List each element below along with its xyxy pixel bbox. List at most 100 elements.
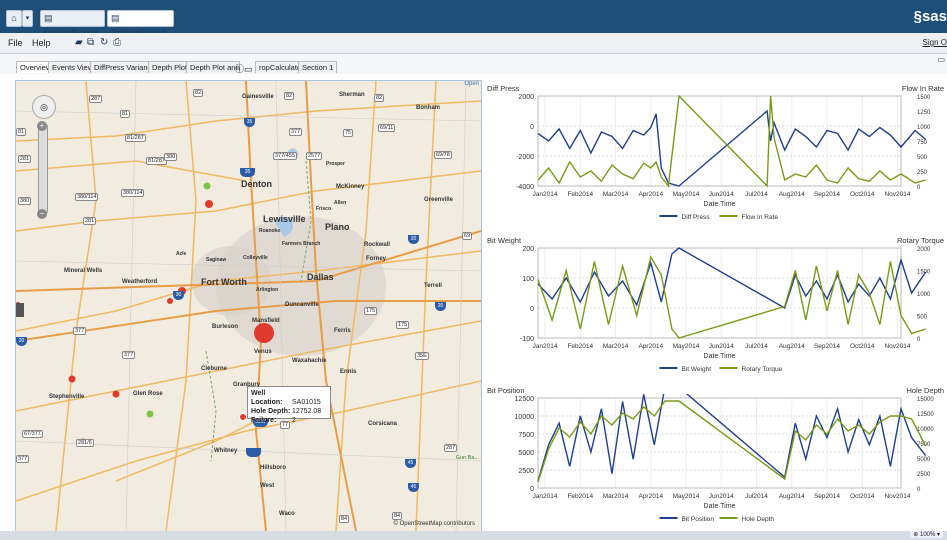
interstate-shield: 20 [16,337,27,346]
tab-rop-calculator[interactable]: ropCalculator [255,61,303,73]
y2-tick-label: 2500 [917,472,931,478]
zoom-in-icon[interactable]: + [37,121,47,131]
home-dropdown[interactable]: ▾ [22,10,33,27]
city-label: Allen [334,200,347,206]
highway-shield: 35E [415,352,429,360]
city-label: Cleburne [201,366,228,372]
export-icon[interactable]: ⧉ [87,37,94,48]
y-tick-label: 12500 [515,396,535,403]
city-label: Glen Rose [133,391,163,397]
x-tick-label: May2014 [673,191,700,198]
city-label: Colleyville [243,255,268,261]
y-tick-label: -2000 [516,154,534,161]
y-tick-label: 2500 [518,468,534,475]
x-tick-label: Jan2014 [533,191,558,198]
top-toolbar: ⌂ ▾ ▤ DrillingReport ▤ DrillingReport ✖ … [0,0,947,53]
highway-shield: 81/287 [125,134,146,142]
y2-tick-label: 12500 [917,412,934,418]
x-tick-label: Jan2014 [533,493,558,500]
highway-shield: 75 [343,129,354,137]
city-label: Terrell [424,283,442,289]
well-marker-large[interactable] [254,323,274,343]
tab-depth-plot[interactable]: Depth Plot [148,61,192,73]
chart-bit-weight[interactable]: -10001002000500100015002000Jan2014 Feb201… [486,244,947,379]
chart-bit-position[interactable]: 0250050007500100001250002500500075001000… [486,394,947,529]
well-marker-selected[interactable] [239,413,247,421]
road [165,81,197,531]
well-marker[interactable] [112,390,120,398]
city-label: Azle [176,251,187,257]
map-attribution[interactable]: © OpenStreetMap contributors [394,521,475,527]
y2-tick-label: 1000 [917,292,931,298]
x-tick-label: Oct2014 [850,343,875,350]
tab-section-1[interactable]: Section 1 [298,61,338,73]
print-icon[interactable]: ⎙ [113,37,121,48]
open-folder-icon[interactable]: ▰ [75,37,83,48]
city-label: Prosper [326,161,345,167]
city-label: Waco [279,511,295,517]
highway-shield: 84 [392,512,403,520]
well-marker[interactable] [146,410,154,418]
menu-help[interactable]: Help [32,38,51,48]
highway-shield: 380/114 [121,189,145,197]
city-label: Hillsboro [260,465,287,471]
y-tick-label: 0 [530,306,534,313]
x-axis-label: Date Time [704,353,736,360]
map-side-handle[interactable] [16,303,24,317]
sign-out-link[interactable]: Sign O [923,38,947,47]
well-marker[interactable] [203,182,211,190]
interstate-shield: 35 [240,168,255,177]
highway-shield: 69 [462,232,473,240]
maximize-icon[interactable]: ▭ [937,55,945,64]
city-label: Rockwall [364,242,391,248]
map-panel[interactable]: ◎ + − Denton Lewisville Plano Fort Worth… [15,80,482,532]
info-icon[interactable]: ⓘ [235,64,244,74]
well-marker[interactable] [205,200,213,208]
y2-tick-label: 250 [917,170,928,176]
highway-shield: 84 [339,515,350,523]
zoom-slider[interactable] [38,123,48,215]
x-tick-label: Nov2014 [884,191,910,198]
x-tick-label: May2014 [673,343,700,350]
pan-control-icon[interactable]: ◎ [32,95,56,119]
highway-shield: 175 [396,321,410,329]
well-marker[interactable] [68,375,76,383]
highway-shield: 287 [444,444,458,452]
tab-depth-plot-anim[interactable]: Depth Plot anima [186,61,240,73]
city-label: Venus [254,349,272,355]
city-label: Ferris [334,328,351,334]
chart-diff-press[interactable]: -4000 -2000 0 2000 0 250 500 750 1000 1250 1500 Jan… [486,92,947,227]
x-tick-label: Jul2014 [745,191,768,198]
report-tab-2[interactable]: ▤ DrillingReport ✖ [107,10,174,53]
x-tick-label: Jul2014 [745,493,768,500]
city-label: Gainesville [242,94,274,100]
road [415,81,437,531]
tooltip-well-value: SA01015 [292,399,321,406]
tooltip-depth-label: Hole Depth: [251,408,291,415]
home-icon[interactable]: ⌂ [6,10,22,27]
menu-bar: File Help ▰ ⧉ ↻ ⎙ Sign O [0,33,947,54]
highway-shield: 287 [89,95,103,103]
y2-tick-label: 15000 [917,397,934,403]
refresh-icon[interactable]: ↻ [100,37,108,48]
highway-shield: 281 [83,217,97,225]
city-label: Roanoke [259,228,281,234]
zoom-indicator[interactable]: ⊕ 100% ▾ [910,531,943,538]
interstate-shield: 20 [408,235,419,244]
y-tick-label: 10000 [515,414,535,421]
highway-shield: 69/11 [378,124,396,132]
well-marker[interactable] [167,298,173,304]
minimize-icon[interactable]: ▭ [244,64,253,74]
interstate-shield: 45 [405,459,416,468]
map-attribution-top[interactable]: Open [464,81,479,87]
city-label: Sherman [339,92,365,98]
report-tab-1[interactable]: ▤ DrillingReport [40,10,105,38]
x-tick-label: Jun2014 [709,493,734,500]
tab-overflow-controls[interactable]: ⓘ▭ [235,62,253,75]
menu-file[interactable]: File [8,38,23,48]
city-label: Forney [366,256,387,262]
city-label: Ennis [340,369,357,375]
zoom-out-icon[interactable]: − [37,209,47,219]
highway-shield: 81 [120,110,131,118]
x-axis-label: Date Time [704,503,736,510]
